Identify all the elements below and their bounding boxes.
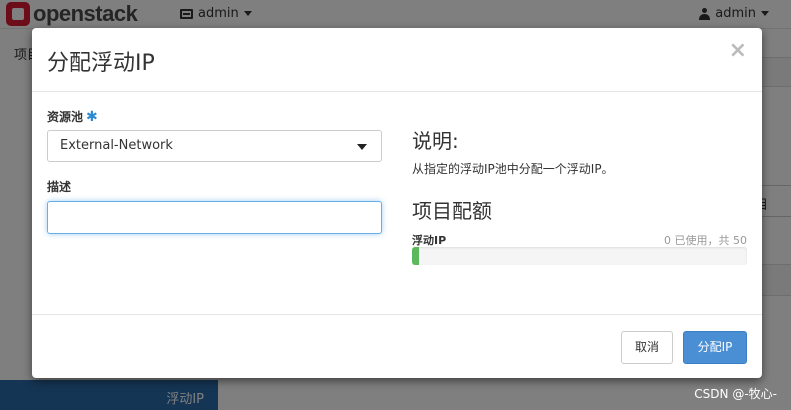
pool-label: 资源池 ✱ [47, 106, 98, 125]
caret-down-icon [357, 144, 367, 150]
quota-usage: 0 已使用，共 50 [664, 234, 747, 247]
quota-progress-bar [412, 247, 747, 265]
help-text: 从指定的浮动IP池中分配一个浮动IP。 [412, 162, 614, 176]
required-asterisk-icon: ✱ [86, 109, 98, 125]
modal-body: 资源池 ✱ External-Network 描述 说明: 从指定的浮动IP池中分… [32, 92, 762, 314]
description-label: 描述 [47, 180, 72, 194]
cancel-button[interactable]: 取消 [621, 331, 673, 364]
watermark: CSDN @-牧心- [694, 387, 777, 401]
modal-footer: 取消 分配IP [32, 314, 762, 378]
modal-title: 分配浮动IP [47, 51, 155, 76]
pool-select-value: External-Network [60, 138, 173, 153]
pool-select[interactable]: External-Network [47, 130, 382, 162]
description-input[interactable] [47, 201, 382, 234]
quota-progress-fill [412, 247, 419, 265]
allocate-ip-button[interactable]: 分配IP [683, 331, 747, 364]
quota-name: 浮动IP [412, 234, 447, 247]
close-icon[interactable]: × [729, 40, 747, 62]
pool-label-text: 资源池 [47, 110, 84, 124]
modal-header: 分配浮动IP × [32, 28, 762, 92]
allocate-floating-ip-dialog: 分配浮动IP × 资源池 ✱ External-Network 描述 说明: 从指… [32, 28, 762, 378]
quota-heading: 项目配额 [412, 199, 492, 223]
help-heading: 说明: [412, 129, 459, 153]
